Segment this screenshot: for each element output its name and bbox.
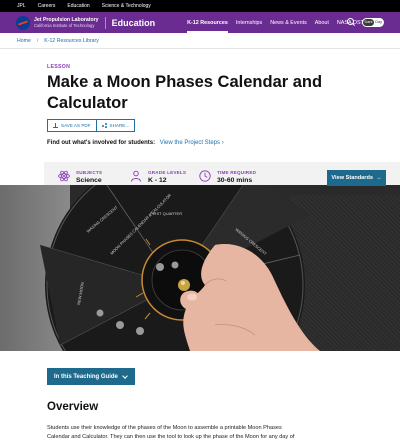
view-project-steps-link[interactable]: View the Project Steps ›	[160, 140, 224, 146]
arrow-right-icon: →	[375, 175, 382, 181]
theme-toggle[interactable]: Dark Day	[362, 18, 384, 27]
stat-subjects: SUBJECTS Science	[58, 170, 102, 186]
utility-bar: JPL Careers Education Science & Technolo…	[0, 0, 400, 12]
teaching-guide-dropdown[interactable]: In this Teaching Guide	[47, 368, 135, 385]
share-icon	[101, 123, 107, 128]
breadcrumb-home[interactable]: Home	[17, 38, 31, 44]
clock-icon	[199, 170, 211, 182]
nasa-logo-icon[interactable]	[16, 15, 30, 30]
jpl-wordmark[interactable]: Jet Propulsion Laboratory California Ins…	[34, 17, 99, 28]
nav-link-k12-resources[interactable]: K-12 Resources	[187, 12, 228, 33]
breadcrumb-separator: /	[36, 37, 39, 44]
theme-toggle-off-label: Day	[375, 20, 382, 24]
hero-image: WAXING CRESCENT FIRST QUARTER WANING CRE…	[0, 185, 400, 351]
utility-link-education[interactable]: Education	[67, 3, 89, 9]
page-title: Make a Moon Phases Calendar and Calculat…	[47, 73, 323, 112]
utility-link-careers[interactable]: Careers	[38, 3, 56, 9]
atom-icon	[58, 170, 70, 182]
person-icon	[131, 170, 141, 182]
view-project-steps-label: View the Project Steps	[159, 140, 221, 146]
stat-time-required: TIME REQUIRED 30-60 mins	[199, 170, 256, 186]
search-icon[interactable]	[347, 18, 355, 26]
content-type-label: LESSON	[47, 64, 71, 70]
view-standards-label: View Standards	[331, 175, 373, 181]
teaching-guide-label: In this Teaching Guide	[54, 373, 118, 380]
overview-text: Students use their knowledge of the phas…	[47, 425, 295, 440]
view-standards-button[interactable]: View Standards →	[327, 170, 386, 186]
breadcrumb-k12-library[interactable]: K-12 Resources Library	[44, 38, 99, 44]
org-subtitle: California Institute of Technology	[34, 23, 95, 28]
stat-grade-levels: GRADE LEVELS K - 12	[130, 170, 186, 186]
overview-heading: Overview	[47, 401, 99, 413]
moon-calculator-photo-icon: WAXING CRESCENT FIRST QUARTER WANING CRE…	[39, 185, 320, 351]
chevron-down-icon	[122, 372, 128, 379]
breadcrumb: Home / K-12 Resources Library	[0, 33, 400, 49]
utility-link-science[interactable]: Science & Technology	[102, 3, 151, 9]
main-nav: Jet Propulsion Laboratory California Ins…	[0, 12, 400, 33]
nav-link-news-events[interactable]: News & Events	[270, 12, 307, 33]
nav-divider	[104, 16, 106, 29]
project-steps-line: Find out what's involved for students: V…	[47, 140, 224, 146]
share-label: SHARE...	[109, 123, 130, 128]
nav-link-about[interactable]: About	[315, 12, 329, 33]
project-steps-prefix: Find out what's involved for students:	[47, 140, 156, 146]
nav-link-internships[interactable]: Internships	[236, 12, 262, 33]
section-title[interactable]: Education	[112, 18, 156, 28]
utility-link-jpl[interactable]: JPL	[17, 3, 26, 9]
download-icon	[53, 123, 58, 128]
save-as-pdf-button[interactable]: SAVE AS PDF	[47, 119, 97, 132]
theme-toggle-on-label: Dark	[363, 19, 374, 26]
save-as-pdf-label: SAVE AS PDF	[61, 123, 91, 128]
share-button[interactable]: SHARE...	[96, 119, 136, 132]
share-row: SAVE AS PDF SHARE...	[47, 119, 136, 132]
